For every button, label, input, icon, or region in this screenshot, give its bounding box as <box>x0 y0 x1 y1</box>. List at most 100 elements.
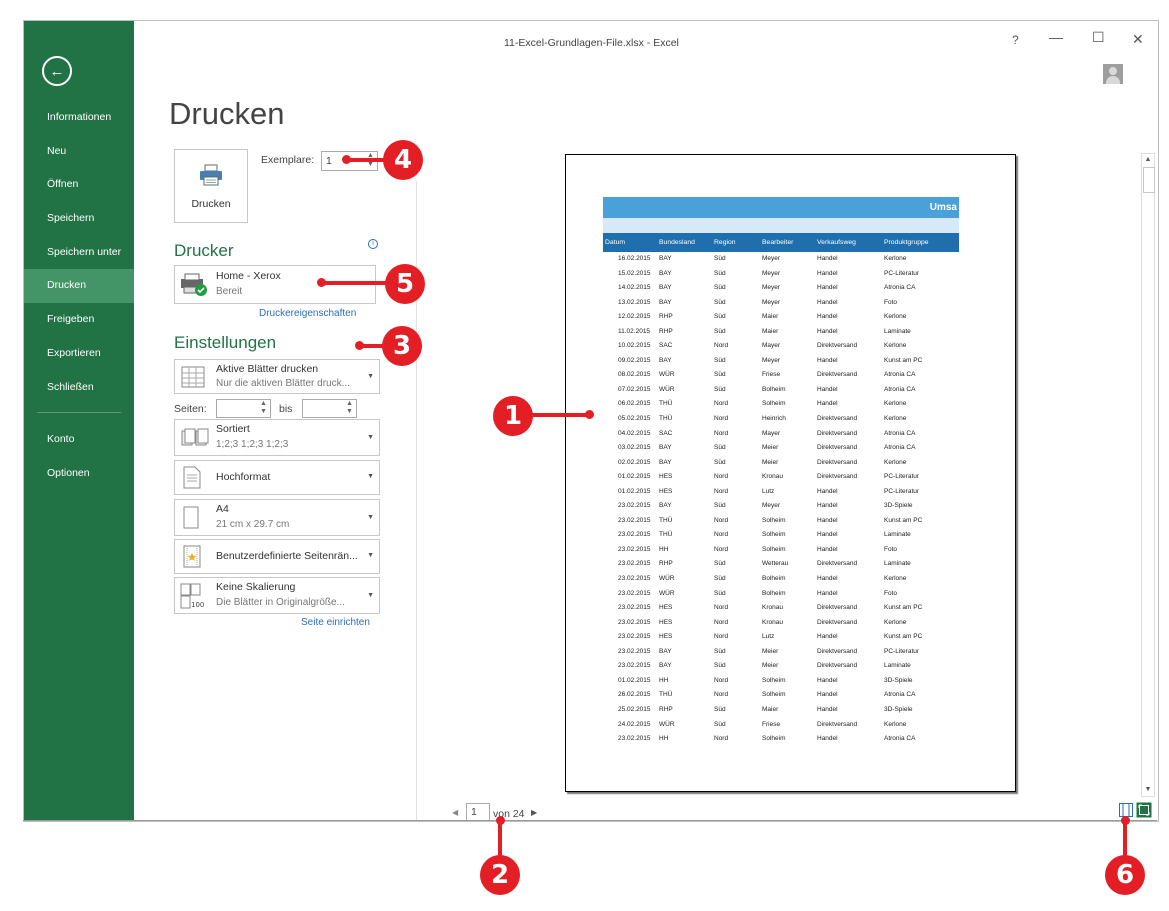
preview-table-cell: 23.02.2015 <box>618 735 651 743</box>
preview-table-cell: Handel <box>817 516 838 524</box>
preview-table-row: 10.02.2015 SAC Nord Mayer Direktversand Kerlo… <box>603 341 959 356</box>
preview-table-row: 23.02.2015 HES Nord Lutz Handel Kunst am PC <box>603 632 959 647</box>
page-number-input[interactable]: 1 <box>466 803 490 821</box>
scroll-thumb[interactable] <box>1143 167 1155 193</box>
preview-table-cell: HH <box>659 676 669 684</box>
preview-table-cell: Solheim <box>762 545 786 553</box>
back-arrow-icon[interactable]: ← <box>42 56 72 86</box>
preview-table-cell: HES <box>659 473 673 481</box>
svg-text:100: 100 <box>191 601 204 609</box>
preview-table-cell: Handel <box>817 502 838 510</box>
preview-table-cell: Friese <box>762 720 781 728</box>
scroll-up-icon[interactable]: ▲ <box>1142 154 1154 166</box>
preview-table-cell: Kerlone <box>884 618 907 626</box>
preview-header-cell: Bearbeiter <box>762 239 794 246</box>
print-what-dropdown[interactable]: Aktive Blätter drucken Nur die aktiven B… <box>174 359 380 394</box>
next-page-icon[interactable]: ▶ <box>531 808 537 817</box>
preview-table-cell: Solheim <box>762 400 786 408</box>
pages-to-input[interactable]: ▲ ▼ <box>302 399 357 418</box>
preview-table-row: 23.02.2015 WÜR Süd Bolheim Handel Foto <box>603 589 959 604</box>
preview-table-cell: Bolheim <box>762 589 786 597</box>
close-icon[interactable]: ✕ <box>1132 31 1144 48</box>
spin-up-icon[interactable]: ▲ <box>345 400 354 408</box>
scaling-dropdown[interactable]: 100 Keine Skalierung Die Blätter in Orig… <box>174 577 380 614</box>
preview-table-cell: Solheim <box>762 676 786 684</box>
preview-title-text: Umsa <box>929 202 957 213</box>
page-setup-link[interactable]: Seite einrichten <box>301 617 370 628</box>
preview-table-cell: RHP <box>659 313 673 321</box>
preview-table-cell: BAY <box>659 444 672 452</box>
preview-table-row: 23.02.2015 RHP Süd Wetterau Direktversand Lam… <box>603 559 959 574</box>
nav-item-exportieren[interactable]: Exportieren <box>24 337 134 371</box>
preview-table-cell: Kronau <box>762 604 783 612</box>
printer-properties-link[interactable]: Druckereigenschaften <box>259 308 356 319</box>
preview-table-cell: 03.02.2015 <box>618 444 651 452</box>
preview-table-cell: Kerlone <box>884 458 907 466</box>
preview-table-cell: HES <box>659 633 673 641</box>
nav-item-speichern[interactable]: Speichern <box>24 202 134 236</box>
preview-table-row: 07.02.2015 WÜR Süd Bolheim Handel Atronia CA <box>603 385 959 400</box>
preview-table-cell: Atronia CA <box>884 691 916 699</box>
preview-table-title: Umsa <box>603 197 959 218</box>
info-icon[interactable]: i <box>368 239 378 249</box>
preview-table-cell: Handel <box>817 284 838 292</box>
spin-down-icon[interactable]: ▼ <box>366 161 375 169</box>
spin-up-icon[interactable]: ▲ <box>259 400 268 408</box>
preview-table-cell: BAY <box>659 255 672 262</box>
paper-size-desc: 21 cm x 29.7 cm <box>216 519 290 530</box>
preview-table-cell: 23.02.2015 <box>618 604 651 612</box>
preview-table-cell: 10.02.2015 <box>618 342 651 350</box>
preview-table-cell: 3D-Spiele <box>884 676 913 684</box>
preview-table-row: 15.02.2015 BAY Süd Meyer Handel PC-Literatur <box>603 269 959 284</box>
callout-5-dot <box>317 278 326 287</box>
spin-down-icon[interactable]: ▼ <box>259 408 268 416</box>
preview-table-cell: Direktversand <box>817 444 858 452</box>
preview-table-cell: Kerlone <box>884 342 907 350</box>
margins-dropdown[interactable]: Benutzerdefinierte Seitenrän... ▼ <box>174 539 380 574</box>
prev-page-icon[interactable]: ◀ <box>452 808 458 817</box>
preview-table-cell: 16.02.2015 <box>618 255 651 262</box>
preview-table-cell: Handel <box>817 735 838 743</box>
spin-down-icon[interactable]: ▼ <box>345 408 354 416</box>
preview-table-cell: Wetterau <box>762 560 789 568</box>
nav-item-drucken[interactable]: Drucken <box>24 269 134 304</box>
pages-from-input[interactable]: ▲ ▼ <box>216 399 271 418</box>
preview-table-cell: Handel <box>817 298 838 306</box>
orientation-dropdown[interactable]: Hochformat ▼ <box>174 460 380 495</box>
preview-table-cell: Süd <box>714 560 726 568</box>
preview-table-cell: Süd <box>714 255 726 262</box>
zoom-to-page-icon[interactable] <box>1136 802 1152 818</box>
preview-table-cell: Direktversand <box>817 618 858 626</box>
preview-table-cell: Mayer <box>762 429 781 437</box>
user-avatar-icon[interactable] <box>1103 64 1123 84</box>
collation-dropdown[interactable]: Sortiert 1;2;3 1;2;3 1;2;3 ▼ <box>174 419 380 456</box>
nav-item-konto[interactable]: Konto <box>24 423 134 457</box>
nav-item-speichern-unter[interactable]: Speichern unter <box>24 236 134 270</box>
preview-table-cell: 02.02.2015 <box>618 458 651 466</box>
print-button[interactable]: Drucken <box>174 149 248 223</box>
preview-table-cell: Handel <box>817 676 838 684</box>
help-icon[interactable]: ? <box>1012 33 1019 47</box>
preview-table-cell: RHP <box>659 560 673 568</box>
nav-item-informationen[interactable]: Informationen <box>24 101 134 135</box>
nav-item-optionen[interactable]: Optionen <box>24 457 134 491</box>
preview-table-cell: 06.02.2015 <box>618 400 651 408</box>
nav-item-neu[interactable]: Neu <box>24 135 134 169</box>
maximize-icon[interactable]: ☐ <box>1092 29 1105 46</box>
preview-table-row: 13.02.2015 BAY Süd Meyer Handel Foto <box>603 298 959 313</box>
scroll-down-icon[interactable]: ▼ <box>1142 784 1154 796</box>
preview-table-cell: 05.02.2015 <box>618 415 651 423</box>
preview-table-cell: Maier <box>762 313 779 321</box>
preview-table-cell: 23.02.2015 <box>618 633 651 641</box>
printer-status-icon <box>181 273 207 296</box>
page-title: Drucken <box>169 96 285 131</box>
minimize-icon[interactable]: — <box>1049 29 1063 45</box>
preview-table-cell: Süd <box>714 575 726 583</box>
preview-scrollbar[interactable]: ▲ ▼ <box>1141 153 1155 797</box>
nav-item-oeffnen[interactable]: Öffnen <box>24 168 134 202</box>
nav-item-schliessen[interactable]: Schließen <box>24 371 134 405</box>
preview-table-cell: Atronia CA <box>884 284 916 292</box>
nav-item-freigeben[interactable]: Freigeben <box>24 303 134 337</box>
paper-size-dropdown[interactable]: A4 21 cm x 29.7 cm ▼ <box>174 499 380 536</box>
page-number-value: 1 <box>471 806 477 818</box>
